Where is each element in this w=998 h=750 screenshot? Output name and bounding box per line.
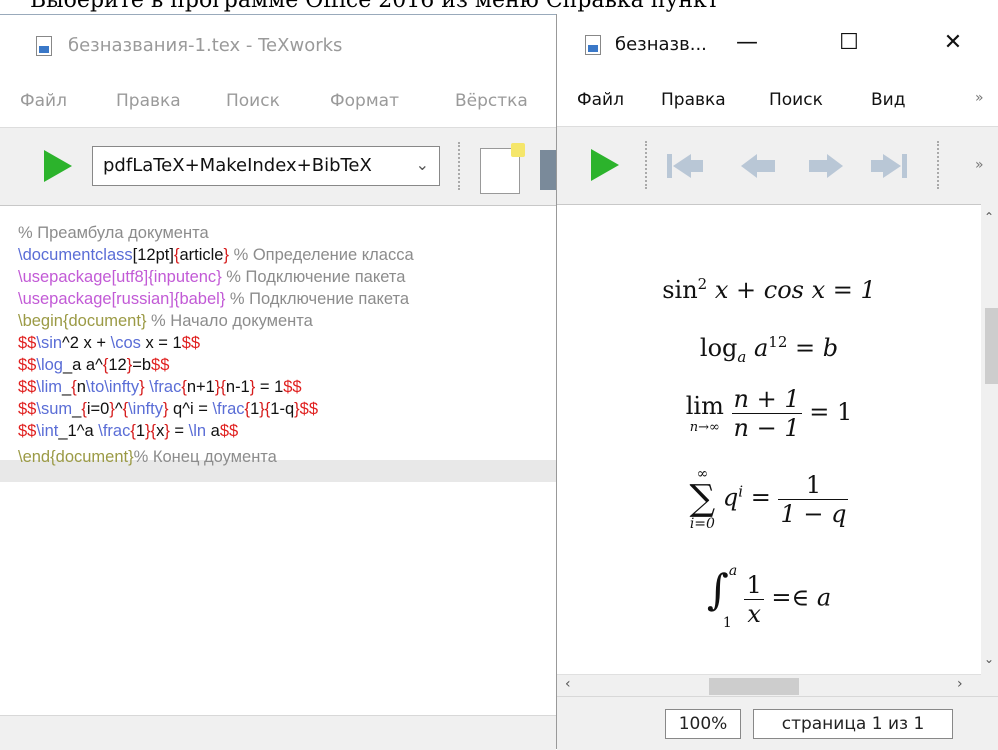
- preview-statusbar: 100% страница 1 из 1: [557, 696, 998, 750]
- preview-menu-view[interactable]: Вид: [871, 90, 905, 110]
- editor-title: безназвания-1.tex - TeXworks: [68, 35, 343, 56]
- code-line-5: \begin{document} % Начало документа: [18, 312, 313, 330]
- open-document-icon[interactable]: [540, 150, 556, 190]
- menu-search[interactable]: Поиск: [226, 91, 280, 111]
- background-document-text: Выберите в программе Office 2016 из меню…: [30, 0, 719, 13]
- scroll-right-icon[interactable]: ›: [957, 676, 963, 692]
- menu-edit[interactable]: Правка: [116, 91, 181, 111]
- pdf-file-icon: [585, 35, 601, 55]
- code-line-11: \end{document}% Конец доумента: [18, 448, 277, 466]
- editor-titlebar[interactable]: безназвания-1.tex - TeXworks: [0, 15, 556, 73]
- menu-file[interactable]: Файл: [20, 91, 67, 111]
- code-line-7: $$\log_a a^{12}=b$$: [18, 356, 170, 374]
- page-indicator: страница 1 из 1: [753, 709, 953, 739]
- formula-2: loga a12 = b: [699, 333, 839, 366]
- toolbar-overflow-button[interactable]: »: [975, 157, 984, 173]
- toolbar-grip[interactable]: [937, 141, 941, 189]
- preview-menu-search[interactable]: Поиск: [769, 90, 823, 110]
- horizontal-scrollbar[interactable]: ‹ ›: [557, 674, 981, 697]
- menu-format[interactable]: Формат: [330, 91, 399, 111]
- code-line-1: % Преамбула документа: [18, 224, 209, 242]
- menu-typeset[interactable]: Вёрстка: [455, 91, 528, 111]
- toolbar-grip[interactable]: [458, 142, 462, 190]
- code-line-10: $$\int_1^a \frac{1}{x} = \ln a$$: [18, 422, 239, 440]
- formula-3: lim n→∞ n + 1n − 1 = 1: [685, 385, 853, 442]
- maximize-button[interactable]: ☐: [829, 28, 869, 58]
- code-editor[interactable]: % Преамбула документа \documentclass[12p…: [0, 205, 556, 716]
- code-line-9: $$\sum_{i=0}^{\infty} q^i = \frac{1}{1-q…: [18, 400, 319, 418]
- formula-4: ∞ ∑ i=0 qi = 11 − q: [689, 466, 849, 532]
- editor-window: безназвания-1.tex - TeXworks Файл Правка…: [0, 14, 556, 750]
- code-line-4: \usepackage[russian]{babel} % Подключени…: [18, 290, 410, 308]
- formula-5: ∫ a 1 1x =∈ a: [706, 563, 832, 631]
- zoom-level[interactable]: 100%: [665, 709, 741, 739]
- vertical-scroll-thumb[interactable]: [985, 308, 998, 384]
- close-button[interactable]: ✕: [933, 28, 973, 58]
- last-page-icon[interactable]: [867, 151, 911, 181]
- code-line-2: \documentclass[12pt]{article} % Определе…: [18, 246, 414, 264]
- minimize-button[interactable]: —: [727, 28, 767, 58]
- vertical-scrollbar[interactable]: ⌃ ⌄: [981, 204, 998, 674]
- typeset-play-icon[interactable]: [591, 149, 619, 181]
- scroll-up-icon[interactable]: ⌃: [984, 210, 994, 224]
- engine-select[interactable]: pdfLaTeX+MakeIndex+BibTeX ⌄: [92, 146, 440, 186]
- preview-toolbar: »: [557, 126, 998, 203]
- typeset-play-icon[interactable]: [44, 150, 72, 182]
- toolbar-grip[interactable]: [645, 141, 649, 189]
- menu-overflow-button[interactable]: »: [975, 90, 984, 106]
- formula-1: sin2 x + cos x = 1: [662, 275, 876, 304]
- editor-toolbar: pdfLaTeX+MakeIndex+BibTeX ⌄: [0, 127, 556, 204]
- first-page-icon[interactable]: [663, 151, 707, 181]
- preview-menu-edit[interactable]: Правка: [661, 90, 726, 110]
- engine-select-value: pdfLaTeX+MakeIndex+BibTeX: [103, 155, 372, 176]
- code-line-6: $$\sin^2 x + \cos x = 1$$: [18, 334, 201, 352]
- background-document-strip: Выберите в программе Office 2016 из меню…: [0, 0, 998, 14]
- chevron-down-icon: ⌄: [415, 155, 429, 174]
- tex-file-icon: [36, 36, 52, 56]
- preview-titlebar[interactable]: безназв... — ☐ ✕: [557, 14, 998, 72]
- editor-menubar: Файл Правка Поиск Формат Вёрстка: [0, 73, 556, 127]
- editor-statusbar: [0, 715, 556, 750]
- scroll-left-icon[interactable]: ‹: [565, 676, 571, 692]
- previous-page-icon[interactable]: [737, 151, 781, 181]
- new-document-icon[interactable]: [480, 143, 525, 194]
- preview-menu-file[interactable]: Файл: [577, 90, 624, 110]
- preview-menubar: Файл Правка Поиск Вид »: [557, 72, 998, 126]
- next-page-icon[interactable]: [803, 151, 847, 181]
- code-line-3: \usepackage[utf8]{inputenc} % Подключени…: [18, 268, 406, 286]
- pdf-page-view[interactable]: sin2 x + cos x = 1 loga a12 = b lim n→∞ n…: [557, 204, 981, 675]
- code-line-8: $$\lim_{n\to\infty} \frac{n+1}{n-1} = 1$…: [18, 378, 302, 396]
- horizontal-scroll-thumb[interactable]: [709, 678, 799, 695]
- scroll-down-icon[interactable]: ⌄: [984, 652, 994, 666]
- preview-window: безназв... — ☐ ✕ Файл Правка Поиск Вид »…: [556, 14, 998, 750]
- preview-title: безназв...: [615, 34, 707, 55]
